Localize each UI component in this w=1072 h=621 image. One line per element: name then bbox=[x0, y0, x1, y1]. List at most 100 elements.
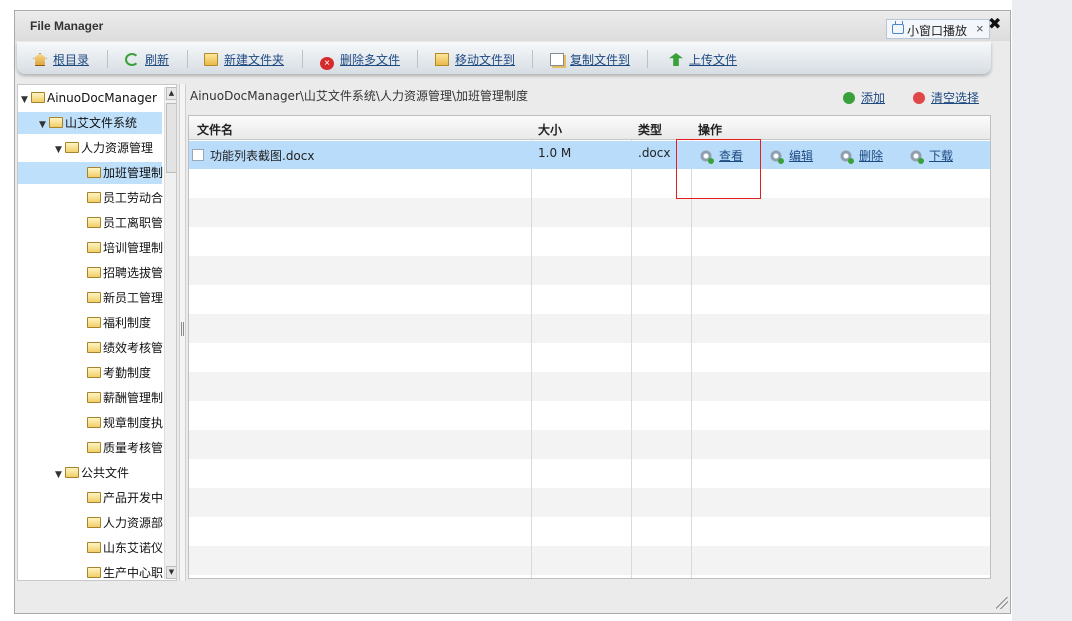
col-header-type[interactable]: 类型 bbox=[638, 121, 662, 138]
expand-toggle-icon[interactable]: ▼ bbox=[21, 89, 31, 111]
copy-icon bbox=[550, 53, 564, 66]
tree-node-label: 福利制度 bbox=[103, 316, 152, 330]
title-bar[interactable]: File Manager 小窗口播放 × ✖ bbox=[15, 11, 1010, 41]
file-name: 功能列表截图.docx bbox=[210, 149, 315, 163]
panel-splitter[interactable] bbox=[179, 84, 186, 581]
edit-button[interactable]: 编辑 bbox=[769, 147, 813, 164]
col-header-name[interactable]: 文件名 bbox=[197, 121, 233, 138]
tree-node-label: AinuoDocManager bbox=[47, 91, 157, 105]
splitter-grip-icon[interactable] bbox=[181, 322, 184, 336]
grid-header: 文件名 大小 类型 操作 bbox=[189, 116, 990, 140]
tree-node-label: 人力资源管理 bbox=[81, 141, 154, 155]
empty-grid-row bbox=[189, 314, 990, 343]
toolbar-separator bbox=[107, 50, 108, 68]
folder-icon bbox=[87, 167, 101, 178]
folder-icon bbox=[65, 467, 79, 478]
empty-grid-row bbox=[189, 169, 990, 198]
download-label: 下载 bbox=[929, 149, 954, 163]
expand-toggle-icon[interactable]: ▼ bbox=[55, 464, 65, 486]
tree-node-child[interactable]: 山东艾诺仪 bbox=[87, 537, 163, 559]
empty-grid-row bbox=[189, 517, 990, 546]
mini-window-play-button[interactable]: 小窗口播放 × bbox=[886, 19, 990, 39]
empty-grid-row bbox=[189, 343, 990, 372]
tree-node-label: 员工劳动合 bbox=[103, 191, 164, 205]
upload-icon bbox=[669, 53, 683, 66]
clear-label: 清空选择 bbox=[931, 91, 980, 105]
tree-node-child[interactable]: 质量考核管 bbox=[87, 437, 163, 459]
tv-icon bbox=[892, 24, 904, 34]
gear-icon bbox=[909, 149, 924, 164]
tree-node-child[interactable]: 生产中心职 bbox=[87, 562, 164, 580]
new-folder-label: 新建文件夹 bbox=[224, 53, 285, 67]
mini-close-icon[interactable]: × bbox=[976, 21, 984, 36]
tree-node-child[interactable]: 薪酬管理制 bbox=[87, 387, 163, 409]
gear-icon bbox=[769, 149, 784, 164]
row-checkbox[interactable] bbox=[192, 149, 204, 161]
refresh-button[interactable]: 刷新 bbox=[125, 51, 169, 69]
move-to-label: 移动文件到 bbox=[455, 53, 516, 67]
tree-node-child[interactable]: 规章制度执 bbox=[87, 412, 163, 434]
tree-node-root[interactable]: ▼ AinuoDocManager bbox=[21, 87, 157, 109]
tree-node-public[interactable]: ▼ 公共文件 bbox=[55, 462, 129, 484]
tree-scrollbar[interactable]: ▲ ▼ bbox=[164, 87, 176, 579]
root-dir-label: 根目录 bbox=[53, 53, 90, 67]
toolbar-separator bbox=[302, 50, 303, 68]
tree-node-label: 生产中心职 bbox=[103, 566, 164, 580]
tree-node-child[interactable]: 员工劳动合 bbox=[87, 187, 163, 209]
delete-multiple-button[interactable]: × 删除多文件 bbox=[320, 51, 401, 70]
tree-node-label: 山东艾诺仪 bbox=[103, 541, 164, 555]
clear-icon bbox=[913, 92, 925, 104]
folder-icon bbox=[87, 242, 101, 253]
col-header-ops: 操作 bbox=[698, 123, 723, 137]
table-row[interactable]: 功能列表截图.docx 1.0 M .docx 查看 编辑 删除 下载 bbox=[189, 141, 990, 169]
tree-node-child[interactable]: 新员工管理 bbox=[87, 287, 163, 309]
copy-to-label: 复制文件到 bbox=[570, 53, 631, 67]
download-button[interactable]: 下载 bbox=[909, 147, 953, 164]
tree-node-shanai[interactable]: ▼ 山艾文件系统 bbox=[18, 112, 162, 134]
tree-node-child[interactable]: 考勤制度 bbox=[87, 362, 151, 384]
folder-icon bbox=[31, 92, 45, 103]
mini-window-label: 小窗口播放 bbox=[907, 24, 968, 38]
folder-icon bbox=[87, 417, 101, 428]
scroll-up-icon[interactable]: ▲ bbox=[166, 87, 176, 100]
folder-icon bbox=[87, 292, 101, 303]
tree-node-child[interactable]: 人力资源部 bbox=[87, 512, 163, 534]
tree-node-hr[interactable]: ▼ 人力资源管理 bbox=[55, 137, 153, 159]
upload-button[interactable]: 上传文件 bbox=[665, 51, 737, 69]
tree-node-child[interactable]: 培训管理制 bbox=[87, 237, 163, 259]
edit-label: 编辑 bbox=[789, 149, 814, 163]
scroll-down-icon[interactable]: ▼ bbox=[166, 566, 176, 579]
tree-node-child[interactable]: 员工离职管 bbox=[87, 212, 163, 234]
close-icon[interactable]: ✖ bbox=[988, 16, 1001, 32]
clear-selection-button[interactable]: 清空选择 bbox=[913, 89, 979, 106]
col-header-size[interactable]: 大小 bbox=[538, 121, 562, 138]
tree-node-label: 新员工管理 bbox=[103, 291, 164, 305]
delete-button[interactable]: 删除 bbox=[839, 147, 883, 164]
tree-node-label: 公共文件 bbox=[81, 466, 130, 480]
new-folder-button[interactable]: 新建文件夹 bbox=[204, 51, 284, 69]
delete-multiple-label: 删除多文件 bbox=[340, 53, 401, 67]
toolbar-separator bbox=[532, 50, 533, 68]
move-to-button[interactable]: 移动文件到 bbox=[435, 51, 515, 69]
tree-node-child[interactable]: 绩效考核管 bbox=[87, 337, 163, 359]
resize-grip-icon[interactable] bbox=[996, 597, 1008, 609]
scroll-thumb[interactable] bbox=[166, 103, 176, 173]
tree-node-label: 质量考核管 bbox=[103, 441, 164, 455]
home-icon bbox=[33, 53, 47, 66]
tree-node-child[interactable]: 福利制度 bbox=[87, 312, 151, 334]
tree-node-child[interactable]: 加班管理制 bbox=[18, 162, 163, 184]
folder-icon bbox=[87, 517, 101, 528]
empty-grid-row bbox=[189, 459, 990, 488]
root-dir-button[interactable]: 根目录 bbox=[33, 51, 89, 69]
add-button[interactable]: 添加 bbox=[843, 89, 885, 106]
tree-node-label: 绩效考核管 bbox=[103, 341, 164, 355]
copy-to-button[interactable]: 复制文件到 bbox=[550, 51, 630, 69]
tree-node-label: 考勤制度 bbox=[103, 366, 152, 380]
empty-grid-row bbox=[189, 546, 990, 575]
tree-node-child[interactable]: 产品开发中 bbox=[87, 487, 163, 509]
toolbar-separator bbox=[647, 50, 648, 68]
tree-node-child[interactable]: 招聘选拔管 bbox=[87, 262, 163, 284]
expand-toggle-icon[interactable]: ▼ bbox=[39, 114, 49, 136]
expand-toggle-icon[interactable]: ▼ bbox=[55, 139, 65, 161]
refresh-icon bbox=[125, 53, 139, 66]
